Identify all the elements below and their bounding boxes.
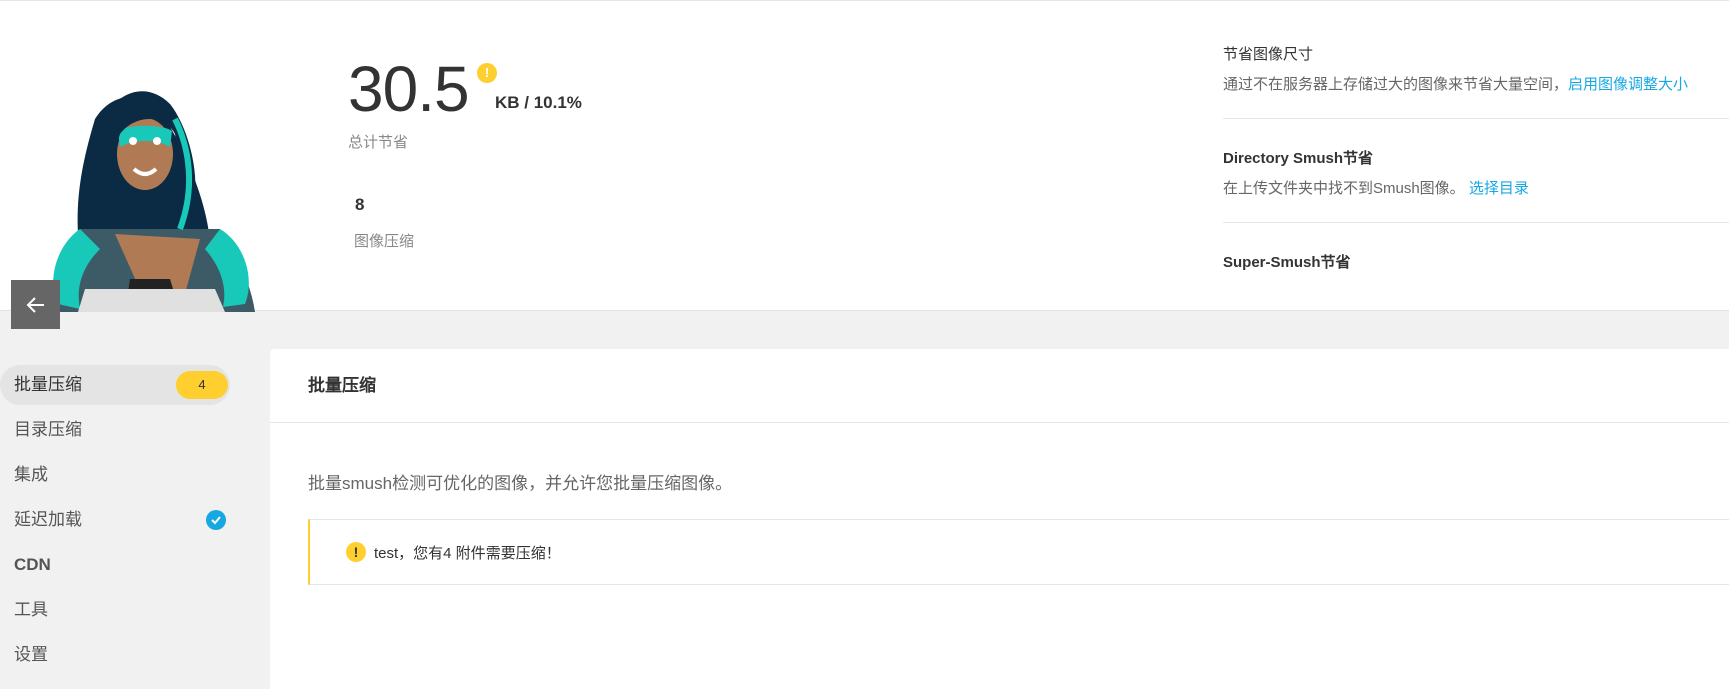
- directory-savings-text: 在上传文件夹中找不到Smush图像。: [1223, 180, 1465, 197]
- sidebar-item-label: 目录压缩: [14, 420, 82, 439]
- resize-savings-desc: 通过不在服务器上存储过大的图像来节省大量空间，启用图像调整大小: [1223, 73, 1729, 94]
- sidebar-item-tools[interactable]: 工具: [0, 587, 230, 632]
- sidebar-item-label: 工具: [14, 600, 48, 619]
- sidebar-item-label: 批量压缩: [14, 375, 82, 394]
- sidebar-item-label: 集成: [14, 465, 48, 484]
- mascot-illustration: [40, 79, 270, 312]
- sidebar-nav: 批量压缩 4 目录压缩 集成 延迟加载 CDN 工具 设置: [0, 365, 270, 677]
- warning-icon: !: [346, 542, 366, 562]
- notice-text: test，您有4 附件需要压缩！: [374, 545, 561, 562]
- total-savings-value: 30.5: [348, 53, 470, 125]
- sidebar-item-lazy-load[interactable]: 延迟加载: [0, 497, 230, 542]
- warning-notice: ! test，您有4 附件需要压缩！: [308, 519, 1729, 585]
- resize-savings-text: 通过不在服务器上存储过大的图像来节省大量空间，: [1223, 76, 1569, 93]
- resize-savings: 节省图像尺寸 通过不在服务器上存储过大的图像来节省大量空间，启用图像调整大小: [1223, 43, 1729, 94]
- panel-title: 批量压缩: [270, 349, 1729, 423]
- enable-resize-link[interactable]: 启用图像调整大小: [1568, 76, 1688, 93]
- summary-box: 30.5 ! KB / 10.1% 总计节省 8 图像压缩 节省图像尺寸 通过不…: [0, 0, 1729, 312]
- images-smushed-count: 8: [355, 195, 365, 214]
- sidebar-item-settings[interactable]: 设置: [0, 632, 230, 677]
- sidebar-item-cdn[interactable]: CDN: [0, 542, 230, 587]
- total-savings-label: 总计节省: [348, 134, 409, 151]
- resize-savings-title: 节省图像尺寸: [1223, 46, 1314, 63]
- sidebar-item-integrations[interactable]: 集成: [0, 452, 230, 497]
- count-badge: 4: [176, 371, 228, 399]
- images-smushed-label: 图像压缩: [354, 233, 415, 250]
- panel-description: 批量smush检测可优化的图像，并允许您批量压缩图像。: [308, 474, 733, 493]
- super-smush-savings-title: Super-Smush节省: [1223, 254, 1351, 271]
- sidebar-item-directory-smush[interactable]: 目录压缩: [0, 407, 230, 452]
- check-icon: [206, 510, 226, 530]
- choose-directory-link[interactable]: 选择目录: [1469, 180, 1529, 197]
- divider: [1223, 222, 1729, 223]
- sidebar-item-label: 设置: [14, 645, 48, 664]
- directory-savings: Directory Smush节省 在上传文件夹中找不到Smush图像。 选择目…: [1223, 147, 1729, 198]
- sidebar-item-label: 延迟加载: [14, 510, 82, 529]
- info-icon[interactable]: !: [477, 63, 497, 83]
- total-savings-unit: KB / 10.1%: [495, 93, 582, 112]
- divider: [1223, 118, 1729, 119]
- back-button[interactable]: [11, 280, 60, 329]
- sidebar-item-label: CDN: [14, 555, 51, 574]
- sidebar-item-bulk-smush[interactable]: 批量压缩 4: [0, 365, 230, 405]
- arrow-left-icon: [26, 296, 44, 313]
- super-smush-savings: Super-Smush节省: [1223, 251, 1729, 272]
- directory-savings-title: Directory Smush节省: [1223, 150, 1374, 167]
- directory-savings-desc: 在上传文件夹中找不到Smush图像。 选择目录: [1223, 177, 1729, 198]
- bulk-smush-panel: 批量压缩 批量smush检测可优化的图像，并允许您批量压缩图像。 ! test，…: [270, 349, 1729, 689]
